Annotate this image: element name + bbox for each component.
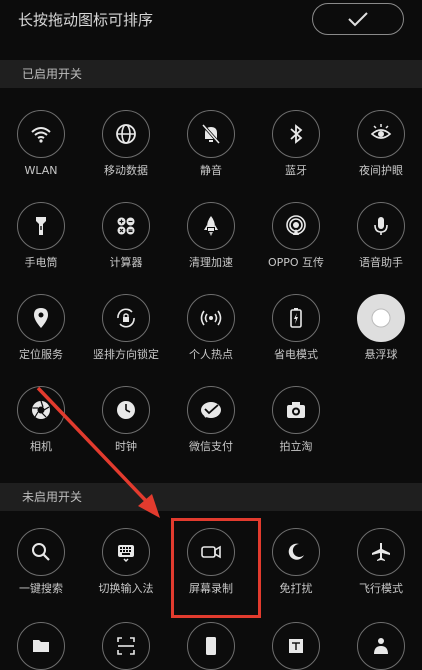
tile-quick-search[interactable]: 一键搜索 [6,528,76,595]
tile-partial[interactable] [346,622,416,670]
flashlight-icon [36,217,46,235]
tile-airplane-mode[interactable]: 飞行模式 [346,528,416,595]
bell-off-icon [201,124,221,144]
rocket-icon [204,216,218,236]
tile-label: 悬浮球 [364,348,398,361]
tile-label: 语音助手 [359,256,403,269]
tile-screen-record[interactable]: 屏幕录制 [176,528,246,595]
rotation-lock-icon [117,308,135,328]
tile-label: 定位服务 [19,348,63,361]
scan-icon [117,637,135,655]
tile-label: 移动数据 [104,164,148,177]
tile-label: 清理加速 [189,256,233,269]
tile-cleanup[interactable]: 清理加速 [176,202,246,269]
enabled-section-header: 已启用开关 [0,60,422,88]
tile-label: 飞行模式 [359,582,403,595]
clock-icon [117,401,135,419]
tile-night-mode[interactable]: 夜间护眼 [346,110,416,177]
tile-label: 微信支付 [189,440,233,453]
hotspot-icon [200,310,222,326]
eye-sun-icon [370,124,392,139]
tile-oppo-share[interactable]: OPPO 互传 [261,202,331,269]
camera-icon [287,402,305,418]
calculator-icon [117,217,135,235]
disabled-section-header: 未启用开关 [0,483,422,511]
tile-switch-input[interactable]: 切换输入法 [91,528,161,595]
tile-label: 蓝牙 [285,164,307,177]
tile-camera-app[interactable]: 相机 [6,386,76,453]
tile-pailitao[interactable]: 拍立淘 [261,386,331,453]
tile-label: 拍立淘 [279,440,313,453]
tile-mobile-data[interactable]: 移动数据 [91,110,161,177]
microphone-icon [374,217,388,235]
tile-label: 夜间护眼 [359,164,403,177]
tile-wlan[interactable]: WLAN [6,110,76,177]
tile-partial[interactable] [91,622,161,670]
tile-label: OPPO 互传 [267,256,325,269]
tile-label: 屏幕录制 [189,582,233,595]
tile-label: 省电模式 [274,348,318,361]
tile-partial[interactable] [176,622,246,670]
page-title: 长按拖动图标可排序 [18,11,154,29]
tile-voice-assistant[interactable]: 语音助手 [346,202,416,269]
tile-label: 一键搜索 [19,582,63,595]
tile-label: 个人热点 [189,348,233,361]
tile-label: WLAN [24,164,58,177]
video-camera-icon [201,545,221,559]
float-ball-icon [371,308,391,328]
tile-location[interactable]: 定位服务 [6,294,76,361]
globe-icon [116,124,136,144]
share-radar-icon [286,215,306,235]
tile-calculator[interactable]: 计算器 [91,202,161,269]
tile-label: 静音 [200,164,222,177]
tile-partial[interactable] [261,622,331,670]
tile-clock[interactable]: 时钟 [91,386,161,453]
phone-icon [206,637,216,655]
tile-float-ball[interactable]: 悬浮球 [346,294,416,361]
tile-partial[interactable] [6,622,76,670]
bluetooth-icon [290,124,303,144]
tile-silent[interactable]: 静音 [176,110,246,177]
tile-label: 切换输入法 [98,582,154,595]
person-icon [374,638,388,654]
tile-do-not-disturb[interactable]: 免打扰 [261,528,331,595]
wechat-pay-icon [201,402,221,418]
aperture-icon [32,400,50,419]
tile-rotation-lock[interactable]: 竖排方向锁定 [91,294,161,361]
tile-label: 手电筒 [24,256,58,269]
text-icon [289,639,303,653]
search-icon [32,543,50,561]
battery-icon [290,308,302,328]
keyboard-icon [118,545,134,563]
tile-power-saving[interactable]: 省电模式 [261,294,331,361]
location-pin-icon [34,308,48,328]
top-bar: 长按拖动图标可排序 [0,0,422,44]
tile-flashlight[interactable]: 手电筒 [6,202,76,269]
tile-wechat-pay[interactable]: 微信支付 [176,386,246,453]
tile-label: 竖排方向锁定 [93,348,159,361]
moon-icon [288,543,304,560]
tile-bluetooth[interactable]: 蓝牙 [261,110,331,177]
tile-hotspot[interactable]: 个人热点 [176,294,246,361]
folder-icon [33,640,49,652]
checkmark-icon [348,12,368,27]
airplane-icon [372,543,390,561]
tile-label: 计算器 [109,256,143,269]
tile-label: 免打扰 [279,582,313,595]
tile-label: 时钟 [115,440,137,453]
confirm-button[interactable] [312,3,404,35]
tile-label: 相机 [30,440,52,453]
wifi-icon [31,127,51,143]
